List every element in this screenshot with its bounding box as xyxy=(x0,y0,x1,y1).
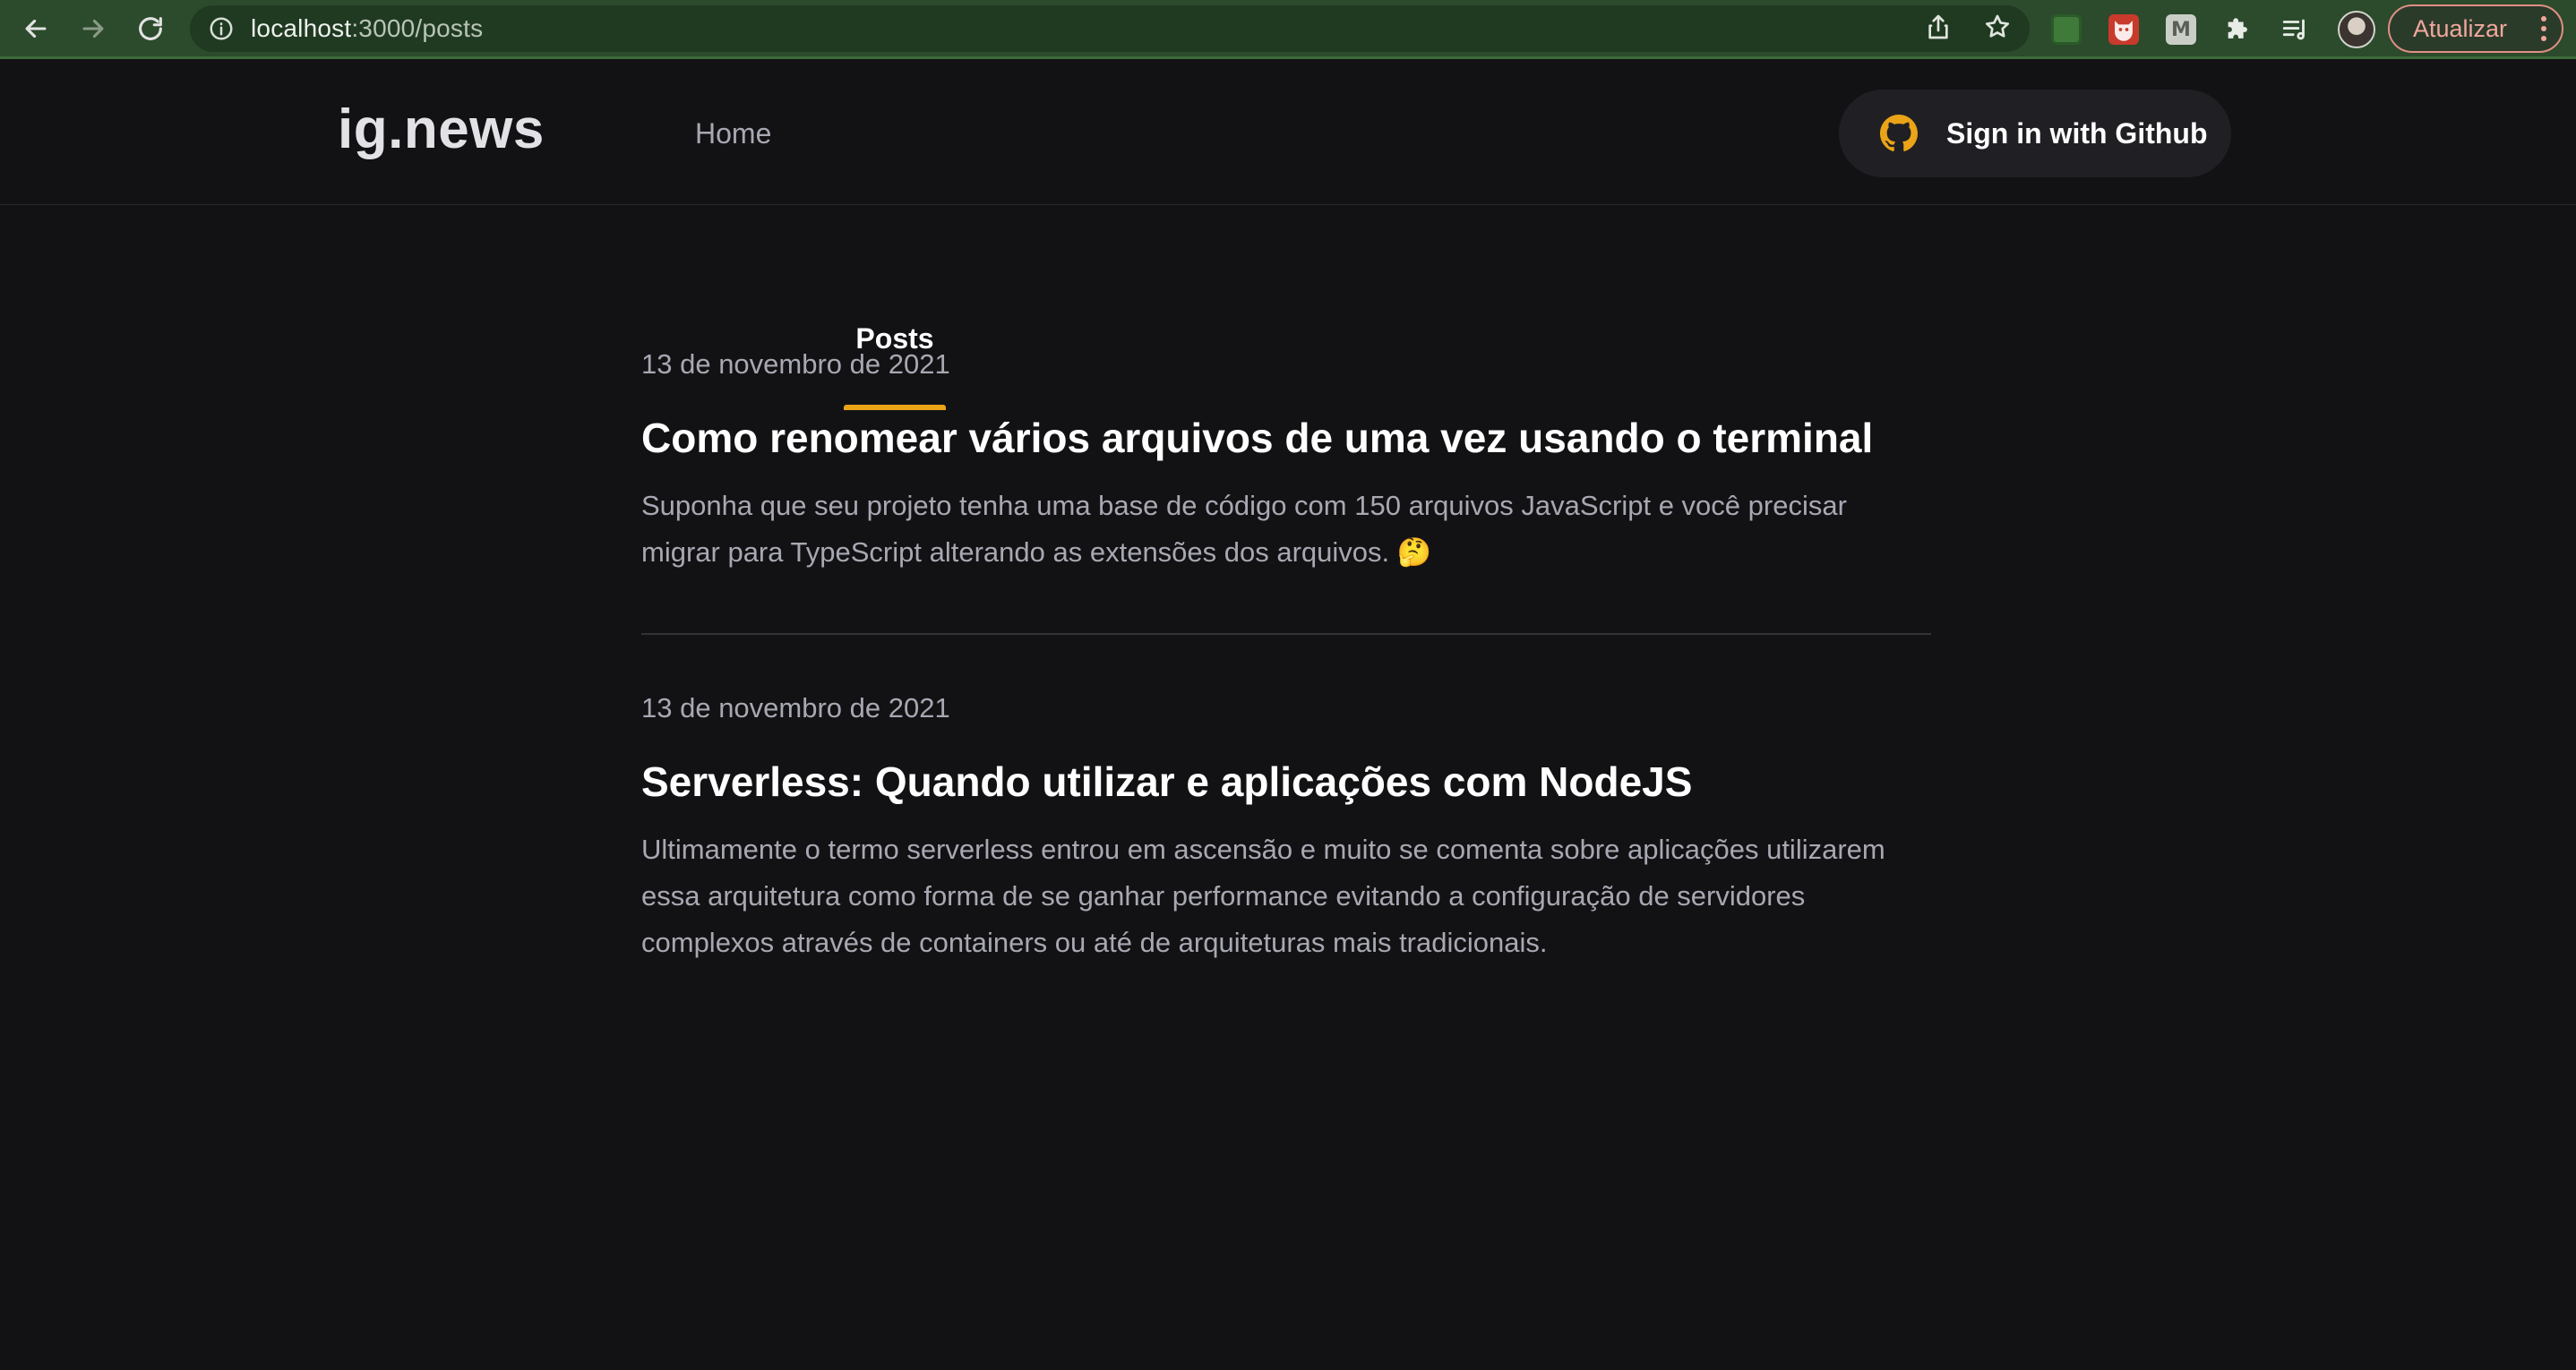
extensions-row: M xyxy=(2051,9,2375,50)
nav-link-posts[interactable]: Posts xyxy=(844,267,946,410)
media-queue-icon[interactable] xyxy=(2280,14,2311,45)
site-info-icon[interactable] xyxy=(208,15,235,42)
nav-link-home[interactable]: Home xyxy=(695,62,771,205)
reload-button[interactable] xyxy=(125,4,176,54)
site-logo[interactable]: ig.news xyxy=(338,98,545,161)
extension-m-icon[interactable]: M xyxy=(2166,14,2196,45)
post-divider xyxy=(641,633,1931,635)
profile-avatar[interactable] xyxy=(2338,11,2375,48)
post-title[interactable]: Como renomear vários arquivos de uma vez… xyxy=(641,413,1873,463)
site-header: ig.news Home Posts Sign in with Github xyxy=(0,62,2576,410)
arrow-left-icon xyxy=(25,19,47,39)
browser-toolbar: localhost:3000/posts M Atualizar xyxy=(0,0,2576,59)
sign-in-label: Sign in with Github xyxy=(1946,116,2208,150)
post-excerpt: Ultimamente o termo serverless entrou em… xyxy=(641,834,1885,958)
url-path: :3000/posts xyxy=(351,14,484,42)
sign-in-github-button[interactable]: Sign in with Github xyxy=(1839,90,2231,177)
forward-button[interactable] xyxy=(68,4,118,54)
post-excerpt: Suponha que seu projeto tenha uma base d… xyxy=(641,490,1847,568)
extension-screen-icon[interactable] xyxy=(2051,14,2082,45)
reload-icon xyxy=(139,17,162,40)
share-icon[interactable] xyxy=(1924,13,1953,46)
back-button[interactable] xyxy=(11,4,61,54)
update-browser-button[interactable]: Atualizar xyxy=(2388,4,2563,53)
post-date: 13 de novembro de 2021 xyxy=(641,692,950,724)
bookmark-star-icon[interactable] xyxy=(1983,13,2012,46)
github-icon xyxy=(1880,115,1918,152)
url-text: localhost:3000/posts xyxy=(251,14,483,43)
update-label: Atualizar xyxy=(2413,14,2508,42)
post-title[interactable]: Serverless: Quando utilizar e aplicações… xyxy=(641,757,1692,807)
url-host: localhost xyxy=(251,14,352,42)
extensions-puzzle-icon[interactable] xyxy=(2223,14,2254,45)
kebab-menu-icon xyxy=(2540,16,2547,41)
extension-cat-icon[interactable] xyxy=(2108,14,2139,45)
arrow-right-icon xyxy=(82,19,104,39)
address-bar[interactable]: localhost:3000/posts xyxy=(190,5,2030,52)
post-date: 13 de novembro de 2021 xyxy=(641,348,950,380)
